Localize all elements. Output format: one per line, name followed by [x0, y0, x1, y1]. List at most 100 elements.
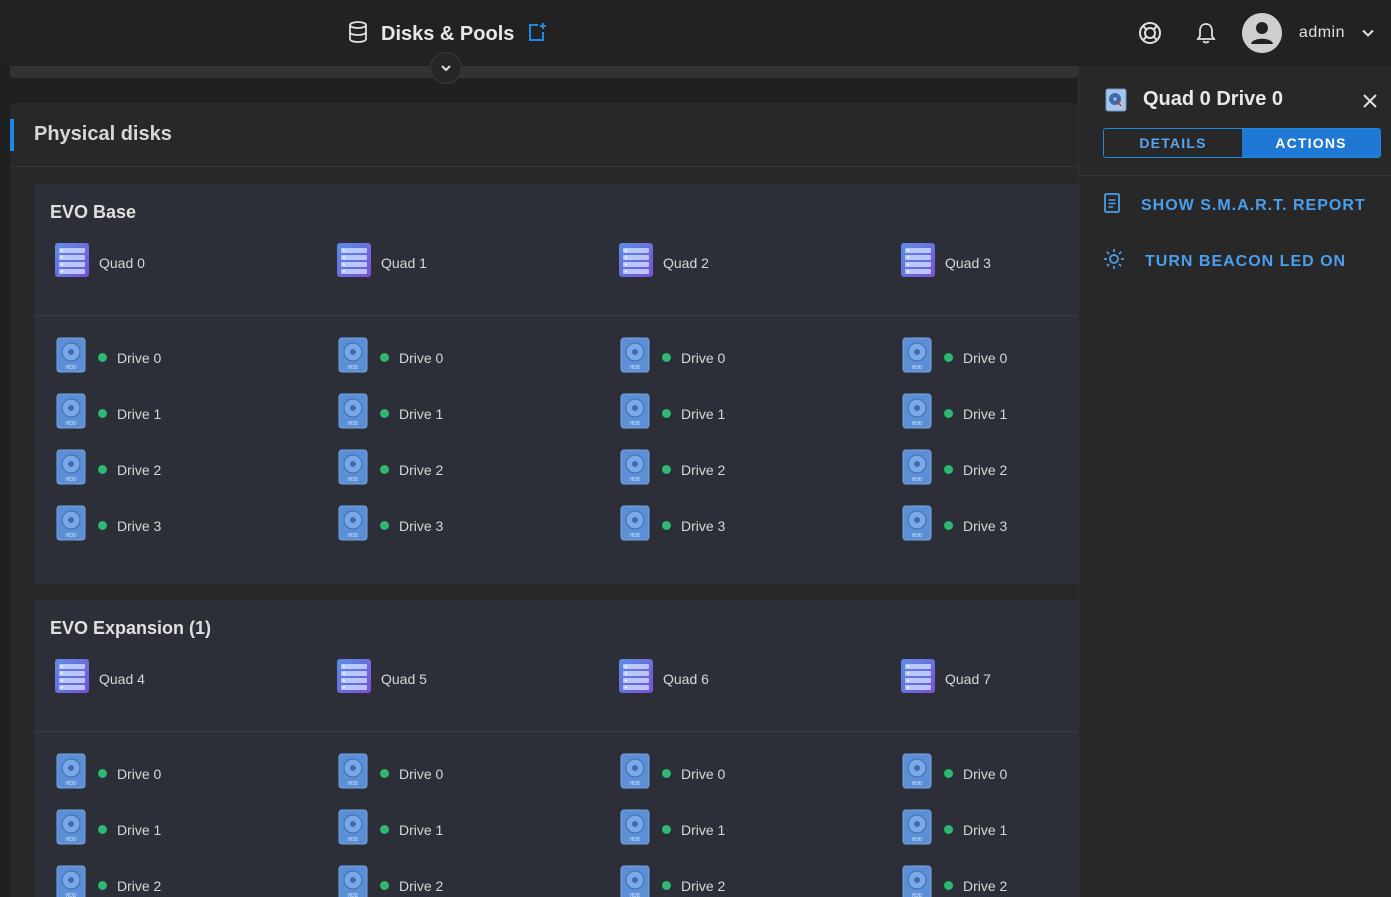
svg-text:HDD: HDD: [66, 837, 77, 843]
drive-item[interactable]: HDD Drive 1: [620, 393, 725, 434]
drive-item[interactable]: HDD Drive 1: [620, 809, 725, 850]
quad-enclosure-icon: [336, 242, 372, 283]
drive-item[interactable]: HDD Drive 3: [620, 505, 725, 546]
hdd-icon: HDD: [620, 337, 650, 378]
drive-item[interactable]: HDD Drive 1: [338, 809, 443, 850]
quad-item[interactable]: Quad 0: [54, 242, 145, 283]
svg-text:HDD: HDD: [66, 893, 77, 897]
tab-actions[interactable]: ACTIONS: [1242, 129, 1380, 157]
quad-item[interactable]: Quad 4: [54, 658, 145, 699]
status-dot: [662, 353, 671, 362]
drive-item[interactable]: HDD Drive 2: [902, 449, 1007, 490]
quad-item[interactable]: Quad 3: [900, 242, 991, 283]
drive-item[interactable]: HDD Drive 0: [338, 753, 443, 794]
svg-text:HDD: HDD: [630, 837, 641, 843]
status-dot: [98, 769, 107, 778]
drive-item[interactable]: HDD Drive 2: [338, 865, 443, 897]
status-dot: [98, 465, 107, 474]
user-avatar[interactable]: [1241, 13, 1282, 53]
add-shortcut-icon[interactable]: [526, 21, 548, 48]
hdd-icon: HDD: [338, 337, 368, 378]
database-icon: [347, 20, 369, 49]
drive-item[interactable]: HDD Drive 0: [56, 753, 161, 794]
quad-label: Quad 2: [663, 254, 709, 271]
status-dot: [662, 881, 671, 890]
drive-item[interactable]: HDD Drive 3: [56, 505, 161, 546]
drive-label: Drive 2: [681, 877, 726, 894]
chevron-down-icon[interactable]: [1361, 26, 1375, 40]
tab-details[interactable]: DETAILS: [1104, 129, 1242, 157]
svg-text:HDD: HDD: [912, 365, 923, 371]
hdd-icon: HDD: [338, 393, 368, 434]
svg-text:HDD: HDD: [66, 781, 77, 787]
quad-item[interactable]: Quad 5: [336, 658, 427, 699]
notifications-bell-icon[interactable]: [1186, 13, 1226, 53]
page-title: Disks & Pools: [381, 23, 515, 45]
help-lifebuoy-icon[interactable]: [1130, 13, 1170, 53]
drive-item[interactable]: HDD Drive 1: [56, 393, 161, 434]
status-dot: [662, 521, 671, 530]
hdd-icon: HDD: [620, 393, 650, 434]
quad-label: Quad 6: [663, 670, 709, 687]
panel-tabs: DETAILS ACTIONS: [1103, 128, 1381, 158]
svg-text:HDD: HDD: [912, 893, 923, 897]
drive-item[interactable]: HDD Drive 2: [338, 449, 443, 490]
hdd-icon: HDD: [338, 865, 368, 897]
svg-text:HDD: HDD: [630, 421, 641, 427]
hdd-icon: [1105, 88, 1127, 117]
drive-item[interactable]: HDD Drive 1: [338, 393, 443, 434]
show-smart-report-button[interactable]: SHOW S.M.A.R.T. REPORT: [1103, 192, 1366, 219]
username[interactable]: admin: [1299, 24, 1345, 42]
drive-item[interactable]: HDD Drive 2: [56, 865, 161, 897]
drive-item[interactable]: HDD Drive 1: [56, 809, 161, 850]
show-smart-report-label: SHOW S.M.A.R.T. REPORT: [1141, 196, 1366, 214]
drive-item[interactable]: HDD Drive 2: [620, 449, 725, 490]
drive-label: Drive 1: [399, 821, 444, 838]
drive-item[interactable]: HDD Drive 1: [902, 809, 1007, 850]
status-dot: [944, 769, 953, 778]
drive-label: Drive 0: [117, 349, 162, 366]
quad-label: Quad 1: [381, 254, 427, 271]
quad-enclosure-icon: [618, 658, 654, 699]
drive-label: Drive 3: [117, 517, 162, 534]
drive-item[interactable]: HDD Drive 0: [620, 753, 725, 794]
drive-item[interactable]: HDD Drive 0: [56, 337, 161, 378]
quad-item[interactable]: Quad 6: [618, 658, 709, 699]
quad-item[interactable]: Quad 2: [618, 242, 709, 283]
svg-text:HDD: HDD: [630, 533, 641, 539]
drive-item[interactable]: HDD Drive 0: [338, 337, 443, 378]
drive-label: Drive 1: [681, 821, 726, 838]
svg-text:HDD: HDD: [66, 421, 77, 427]
drive-item[interactable]: HDD Drive 2: [620, 865, 725, 897]
drive-item[interactable]: HDD Drive 0: [902, 337, 1007, 378]
collapsed-section-strip: [10, 66, 1078, 78]
status-dot: [944, 409, 953, 418]
drive-item[interactable]: HDD Drive 0: [902, 753, 1007, 794]
drive-item[interactable]: HDD Drive 2: [56, 449, 161, 490]
details-panel: Quad 0 Drive 0 DETAILS ACTIONS SHOW S.M.…: [1078, 66, 1391, 897]
hdd-icon: HDD: [902, 449, 932, 490]
turn-beacon-led-on-button[interactable]: TURN BEACON LED ON: [1103, 248, 1346, 275]
drive-item[interactable]: HDD Drive 0: [620, 337, 725, 378]
drive-item[interactable]: HDD Drive 3: [338, 505, 443, 546]
hdd-icon: HDD: [902, 505, 932, 546]
quad-label: Quad 0: [99, 254, 145, 271]
drive-label: Drive 1: [963, 821, 1008, 838]
svg-text:HDD: HDD: [912, 781, 923, 787]
quad-item[interactable]: Quad 7: [900, 658, 991, 699]
svg-text:HDD: HDD: [66, 365, 77, 371]
status-dot: [944, 825, 953, 834]
drive-item[interactable]: HDD Drive 2: [902, 865, 1007, 897]
drive-item[interactable]: HDD Drive 3: [902, 505, 1007, 546]
svg-text:HDD: HDD: [912, 533, 923, 539]
status-dot: [380, 465, 389, 474]
panel-header: Quad 0 Drive 0 DETAILS ACTIONS: [1079, 66, 1391, 176]
status-dot: [380, 825, 389, 834]
svg-text:HDD: HDD: [630, 781, 641, 787]
expand-toggle-button[interactable]: [430, 52, 462, 84]
header-accent-bar: [10, 119, 14, 151]
quad-item[interactable]: Quad 1: [336, 242, 427, 283]
enclosure-title: EVO Base: [50, 202, 137, 222]
close-icon[interactable]: [1359, 90, 1381, 112]
drive-item[interactable]: HDD Drive 1: [902, 393, 1007, 434]
